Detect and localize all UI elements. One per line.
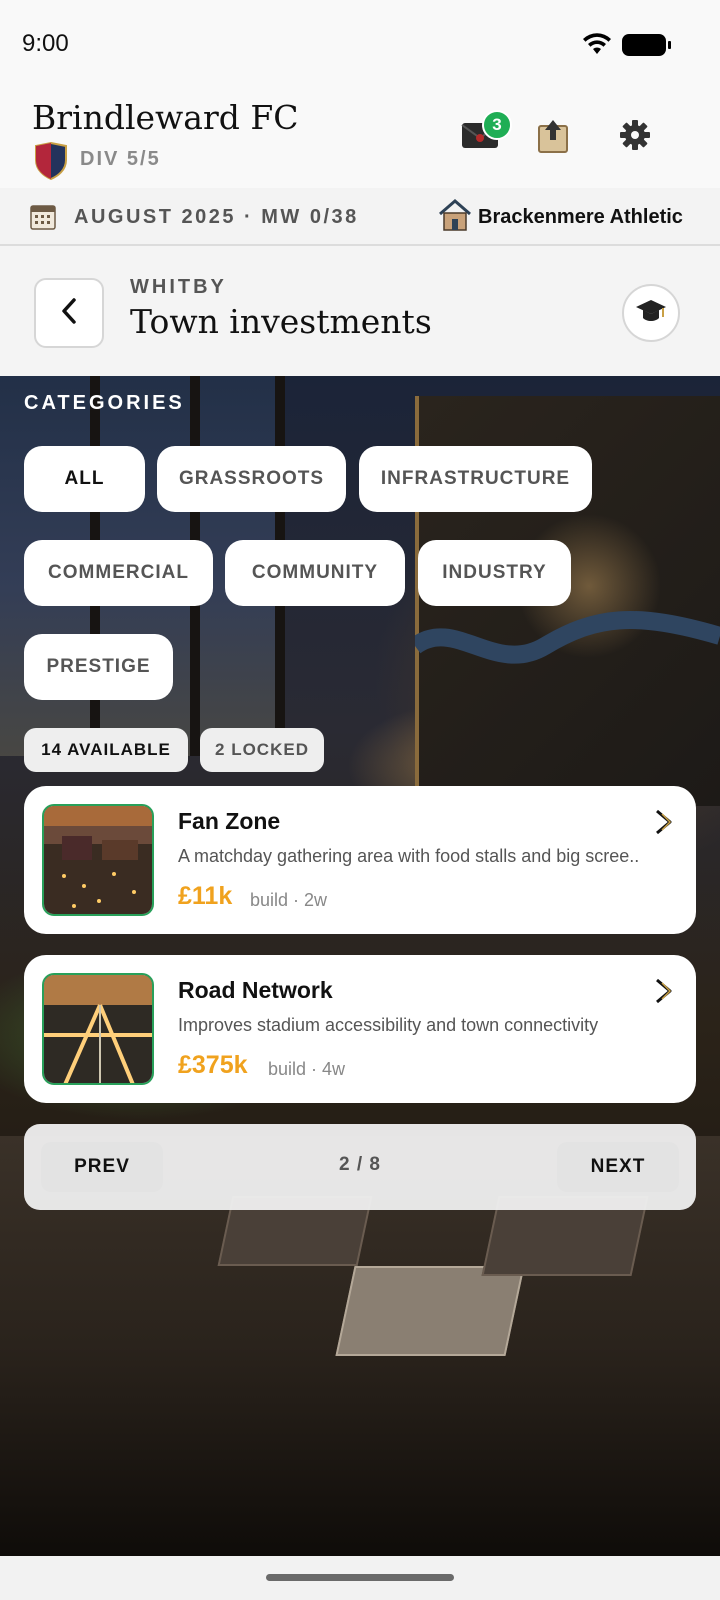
investment-card-fan-zone[interactable]: Fan Zone A matchday gathering area with … [24, 786, 696, 934]
chevron-right-icon [652, 808, 676, 836]
next-page-button[interactable]: NEXT [557, 1142, 679, 1192]
category-chip-infrastructure[interactable]: INFRASTRUCTURE [359, 446, 592, 512]
status-time: 9:00 [22, 30, 69, 57]
fan-zone-thumbnail [42, 804, 154, 916]
river-graphic [415, 610, 720, 664]
investment-description: A matchday gathering area with food stal… [178, 846, 640, 866]
category-chip-commercial[interactable]: COMMERCIAL [24, 540, 213, 606]
category-chip-prestige[interactable]: PRESTIGE [24, 634, 173, 700]
bottom-bar [0, 1556, 720, 1600]
investment-card-road-network[interactable]: Road Network Improves stadium accessibil… [24, 955, 696, 1103]
category-chip-all[interactable]: ALL [24, 446, 145, 512]
investment-price: £375k [178, 1051, 248, 1079]
gear-icon [619, 119, 651, 156]
home-stadium-icon [438, 198, 472, 232]
club-crest-icon [34, 141, 68, 181]
category-chip-grassroots[interactable]: GRASSROOTS [157, 446, 346, 512]
investment-build-time: build · 2w [250, 890, 328, 910]
game-date: AUGUST 2025 · MW 0/38 [74, 206, 359, 228]
back-button[interactable] [34, 278, 104, 348]
category-chip-community[interactable]: COMMUNITY [225, 540, 405, 606]
available-count: 14 AVAILABLE [24, 728, 188, 772]
road-network-thumbnail [42, 973, 154, 1085]
club-name: Brindleward FC [32, 98, 299, 137]
club-header: Brindleward FC DIV 5/5 [0, 88, 720, 188]
locked-count: 2 LOCKED [200, 728, 324, 772]
status-bar: 9:00 [0, 0, 720, 88]
pagination: PREV 2 / 8 NEXT [24, 1124, 696, 1210]
settings-button[interactable] [610, 112, 660, 162]
town-name: WHITBY [130, 276, 227, 298]
home-indicator[interactable] [266, 1574, 454, 1581]
division-label: DIV 5/5 [80, 148, 161, 170]
upload-box-icon [536, 116, 570, 159]
investment-price: £11k [178, 882, 233, 910]
categories-label: CATEGORIES [24, 392, 185, 414]
investment-description: Improves stadium accessibility and town … [178, 1015, 599, 1035]
chevron-left-icon [60, 297, 78, 329]
calendar-icon [30, 202, 56, 230]
chevron-right-icon [652, 977, 676, 1005]
date-bar: AUGUST 2025 · MW 0/38 Brackenmere Athlet… [0, 188, 720, 246]
inbox-count-badge: 3 [482, 110, 512, 140]
investment-build-time: build · 4w [268, 1059, 346, 1079]
page-header: WHITBY Town investments [0, 248, 720, 376]
investment-title: Fan Zone [178, 808, 281, 834]
transfer-button[interactable] [528, 112, 578, 162]
battery-icon [622, 34, 671, 56]
wifi-icon [582, 32, 612, 61]
category-chip-industry[interactable]: INDUSTRY [418, 540, 571, 606]
investment-title: Road Network [178, 977, 333, 1003]
next-opponent[interactable]: Brackenmere Athletic [478, 206, 683, 229]
tutorial-button[interactable] [622, 284, 680, 342]
graduation-cap-icon [635, 297, 667, 330]
page-title: Town investments [130, 302, 432, 341]
